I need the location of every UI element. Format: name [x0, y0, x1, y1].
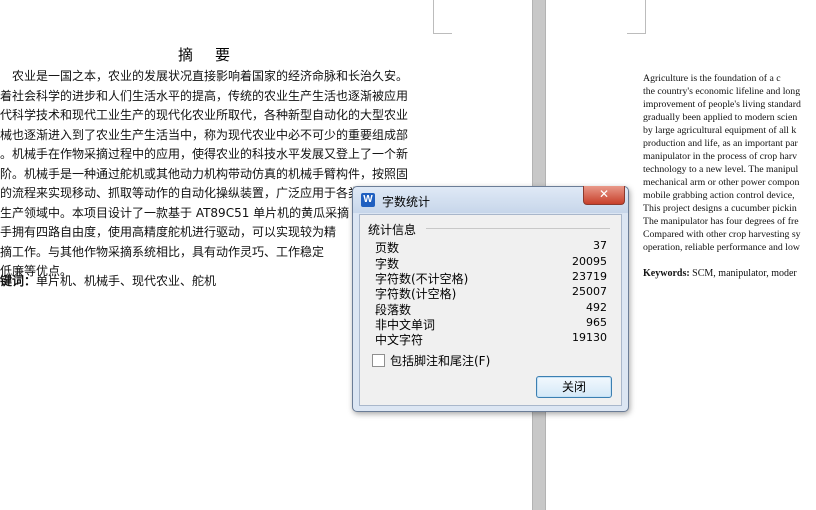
crop-mark: [627, 0, 646, 34]
stat-value: 25007: [572, 285, 607, 298]
stat-value: 492: [586, 301, 607, 314]
stat-value: 20095: [572, 255, 607, 268]
english-abstract-body: Agriculture is the foundation of a c the…: [643, 72, 816, 254]
stat-row: 非中文单词 965: [375, 316, 607, 332]
keywords-text: 单片机、机械手、现代农业、舵机: [36, 274, 217, 288]
text-line: mobile grabbing action control device,: [643, 190, 795, 201]
word-count-dialog[interactable]: W 字数统计 ✕ 统计信息 页数 37 字数 20095 字符数(不计空格) 2…: [352, 186, 629, 412]
close-button[interactable]: 关闭: [536, 376, 612, 398]
stat-row: 段落数 492: [375, 301, 607, 317]
include-footnotes-label[interactable]: 包括脚注和尾注(F): [390, 352, 490, 369]
title-char: 摘: [178, 46, 194, 64]
close-icon[interactable]: ✕: [583, 186, 625, 205]
stat-value: 37: [593, 239, 607, 252]
text-line: Agriculture is the foundation of a c: [643, 73, 781, 84]
text-line: 。机械手在作物采摘过程中的应用，使得农业的科技水平发展又登上了一个新: [0, 147, 409, 161]
text-line: Compared with other crop harvesting sy: [643, 229, 801, 240]
text-line: 农业是一国之本，农业的发展状况直接影响着国家的经济命脉和长治久安。: [0, 69, 409, 83]
stat-label: 页数: [375, 241, 400, 255]
dialog-content: 统计信息 页数 37 字数 20095 字符数(不计空格) 23719 字符数(…: [359, 214, 622, 406]
wps-app-icon: W: [361, 193, 375, 207]
keywords-label: Keywords:: [643, 268, 690, 279]
group-label: 统计信息: [368, 223, 417, 237]
stat-label: 字符数(计空格): [375, 287, 457, 301]
stat-value: 23719: [572, 270, 607, 283]
keywords-label: 键词：: [0, 274, 37, 288]
text-line: production and life, as an important par: [643, 138, 798, 149]
stat-row: 字数 20095: [375, 255, 607, 271]
title-char: 要: [215, 46, 231, 64]
text-line: 械也逐渐进入到了农业生产生活当中，称为现代农业中必不可少的重要组成部: [0, 127, 409, 142]
text-line: by large agricultural equipment of all k: [643, 125, 797, 136]
text-line: improvement of people's living standard: [643, 99, 801, 110]
dialog-title: 字数统计: [382, 195, 431, 209]
dialog-titlebar[interactable]: W 字数统计 ✕: [353, 186, 628, 213]
include-footnotes-checkbox[interactable]: [372, 354, 385, 367]
abstract-title: 摘要: [178, 44, 252, 65]
stat-row: 页数 37: [375, 239, 607, 255]
stat-label: 中文字符: [375, 333, 424, 347]
text-line: operation, reliable performance and low: [643, 242, 800, 253]
stat-value: 19130: [572, 331, 607, 344]
group-divider: [426, 228, 610, 229]
text-line: The manipulator has four degrees of fre: [643, 216, 799, 227]
text-line: manipulator in the process of crop harv: [643, 151, 797, 162]
text-line: the country's economic lifeline and long: [643, 86, 801, 97]
text-line: gradually been applied to modern scien: [643, 112, 798, 123]
text-line: 代科学技术和现代工业生产的现代化农业所取代，各种新型自动化的大型农业: [0, 108, 409, 122]
text-line: technology to a new level. The manipul: [643, 164, 799, 175]
stat-value: 965: [586, 316, 607, 329]
text-line: 阶。机械手是一种通过舵机或其他动力机构带动仿真的机械手臂构件，按照固: [0, 166, 409, 181]
stat-row: 字符数(计空格) 25007: [375, 285, 607, 301]
crop-mark: [433, 0, 452, 34]
text-line: 着社会科学的进步和人们生活水平的提高，传统的农业生产生活也逐渐被应用: [0, 88, 409, 103]
text-line: This project designs a cucumber pickin: [643, 203, 797, 214]
keywords-text: SCM, manipulator, moder: [692, 268, 797, 279]
text-line: mechanical arm or other power compon: [643, 177, 800, 188]
keywords-line: 键词：单片机、机械手、现代农业、舵机: [0, 272, 216, 289]
english-keywords-line: Keywords: SCM, manipulator, moder: [643, 268, 797, 279]
stat-row: 字符数(不计空格) 23719: [375, 270, 607, 286]
stat-row: 中文字符 19130: [375, 331, 607, 347]
